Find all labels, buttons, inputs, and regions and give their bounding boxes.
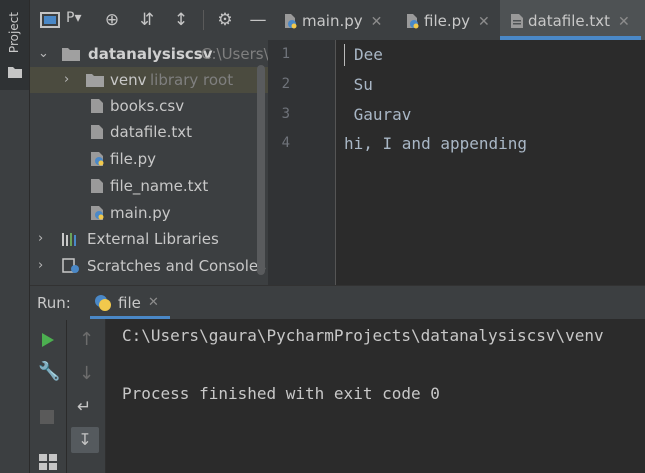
chevron-right-icon[interactable]: › (64, 67, 69, 93)
run-tab-file[interactable]: file ✕ (90, 286, 170, 320)
tab-label: main.py (302, 12, 363, 30)
folder-icon (86, 74, 104, 87)
wrench-icon[interactable]: 🔧 (38, 361, 60, 382)
tab-main-py[interactable]: main.py ✕ (282, 0, 382, 40)
tree-item-external-libraries[interactable]: › External Libraries (30, 226, 268, 252)
chevron-down-icon[interactable]: ⌄ (38, 41, 49, 67)
project-toolbar: P▾ ⊕ ⇵ ↕ ⚙ — (30, 0, 268, 40)
code-line: hi, I and appending (344, 134, 528, 153)
tree-item-books-csv[interactable]: books.csv (30, 93, 268, 119)
text-file-icon (511, 14, 523, 28)
python-icon (95, 295, 111, 311)
tree-item-scratches[interactable]: › Scratches and Consoles (30, 253, 268, 279)
close-icon[interactable]: ✕ (478, 14, 490, 30)
project-view-icon[interactable] (40, 12, 60, 28)
collapse-all-icon[interactable]: ↕ (171, 10, 191, 30)
code-line: Dee (354, 45, 383, 64)
tab-file-py[interactable]: file.py ✕ (404, 0, 490, 40)
line-number: 3 (281, 106, 290, 122)
project-tree: ⌄ datanalysiscsv C:\Users\g › venv libra… (30, 40, 268, 285)
text-file-icon (91, 99, 103, 113)
tree-scrollbar[interactable] (257, 65, 265, 275)
project-tool-button[interactable]: Project (0, 0, 29, 90)
folder-icon (62, 48, 80, 61)
tree-item-datafile-txt[interactable]: datafile.txt (30, 119, 268, 145)
text-file-icon (91, 179, 103, 193)
console-line: Process finished with exit code 0 (122, 384, 440, 403)
toolbar-divider (203, 10, 204, 30)
code-line: Gaurav (344, 105, 412, 124)
locate-icon[interactable]: ⊕ (102, 10, 122, 30)
code-line: Su (344, 75, 373, 94)
python-file-icon (91, 152, 104, 166)
close-icon[interactable]: ✕ (371, 14, 383, 30)
run-panel-header: Run: file ✕ (30, 285, 645, 320)
tree-item-root[interactable]: ⌄ datanalysiscsv C:\Users\g (30, 41, 268, 67)
close-icon[interactable]: ✕ (148, 295, 159, 310)
run-tab-label: file (118, 294, 141, 312)
python-file-icon (285, 14, 297, 29)
text-caret (344, 44, 345, 66)
python-file-icon (407, 14, 419, 29)
layout-icon[interactable] (39, 454, 57, 470)
run-toolbar-primary: 🔧 (30, 319, 66, 473)
text-file-icon (91, 125, 103, 139)
tree-item-file-py[interactable]: file.py (30, 146, 268, 172)
tab-datafile-txt[interactable]: datafile.txt ✕ (500, 0, 645, 40)
console-line: C:\Users\gaura\PycharmProjects\datanalys… (122, 326, 604, 345)
tree-file-label: main.py (110, 204, 171, 222)
line-number: 4 (281, 135, 290, 151)
arrow-down-icon[interactable]: ↓ (79, 363, 94, 384)
run-toolbar-secondary: ↑ ↓ ↵ ↧ (67, 319, 106, 473)
tree-root-name: datanalysiscsv (88, 45, 213, 63)
run-icon[interactable] (41, 332, 55, 348)
close-icon[interactable]: ✕ (618, 14, 630, 30)
tree-item-venv[interactable]: › venv library root (30, 67, 268, 93)
tree-venv-name: venv (110, 71, 147, 89)
python-file-icon (91, 206, 104, 220)
chevron-right-icon[interactable]: › (38, 253, 43, 279)
editor-tabs: main.py ✕ file.py ✕ datafile.txt ✕ (268, 0, 645, 40)
gear-icon[interactable]: ⚙ (215, 10, 235, 30)
tree-item-main-py[interactable]: main.py (30, 200, 268, 226)
hide-icon[interactable]: — (248, 10, 268, 30)
line-number: 1 (281, 46, 290, 62)
library-icon (62, 233, 76, 246)
tree-file-label: datafile.txt (110, 123, 193, 141)
expand-all-icon[interactable]: ⇵ (137, 10, 157, 30)
arrow-up-icon[interactable]: ↑ (79, 329, 94, 350)
tree-root-path: C:\Users\g (201, 45, 268, 63)
tab-label: file.py (424, 12, 471, 30)
stop-icon[interactable] (40, 410, 54, 424)
editor-area[interactable]: Dee Su Gaurav hi, I and appending (336, 40, 645, 285)
tree-external-label: External Libraries (87, 230, 219, 248)
tree-file-label: file.py (110, 150, 157, 168)
chevron-right-icon[interactable]: › (38, 226, 43, 252)
run-console[interactable]: C:\Users\gaura\PycharmProjects\datanalys… (106, 319, 645, 473)
tree-venv-hint: library root (150, 71, 234, 89)
project-tool-label: Project (7, 12, 21, 54)
tree-file-label: file_name.txt (110, 177, 209, 195)
folder-icon (8, 67, 22, 78)
project-view-dropdown[interactable]: P▾ (66, 10, 81, 26)
tree-file-label: books.csv (110, 97, 185, 115)
scroll-to-end-icon[interactable]: ↧ (71, 427, 99, 453)
scratches-icon (62, 258, 79, 273)
tree-item-file-name-txt[interactable]: file_name.txt (30, 173, 268, 199)
line-number: 2 (281, 76, 290, 92)
tree-scratches-label: Scratches and Consoles (87, 257, 266, 275)
soft-wrap-icon[interactable]: ↵ (77, 397, 91, 417)
run-label: Run: (37, 294, 71, 312)
tab-label: datafile.txt (528, 12, 611, 30)
editor-gutter: 1 2 3 4 (268, 40, 336, 285)
